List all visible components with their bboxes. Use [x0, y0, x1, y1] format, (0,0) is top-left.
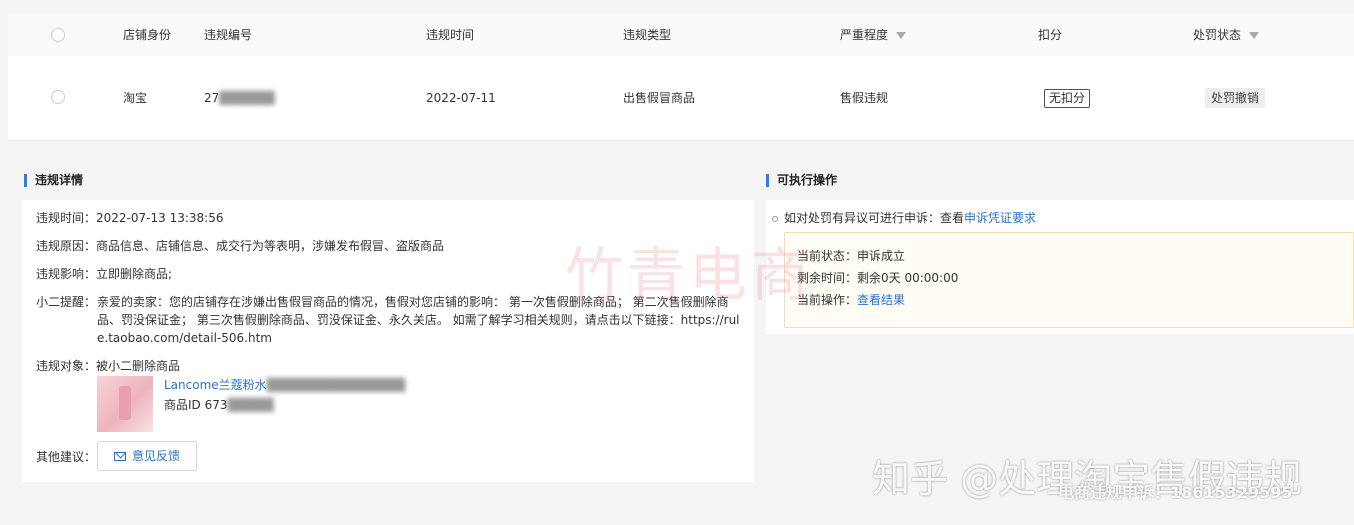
appeal-requirement-link[interactable]: 申诉凭证要求 [964, 211, 1036, 225]
table-header: 店铺身份 违规编号 违规时间 违规类型 严重程度 扣分 处罚状态 [8, 14, 1354, 56]
redacted-product-id: █████ [227, 398, 274, 412]
details-section-title: 违规详情 [24, 174, 83, 187]
cell-type: 出售假冒商品 [623, 91, 696, 105]
status-badge: 处罚撤销 [1205, 88, 1266, 108]
product-id: 商品ID 673█████ [164, 396, 274, 414]
header-severity: 严重程度 [840, 14, 907, 56]
appeal-text: 如对处罚有异议可进行申诉：查看 [784, 211, 965, 225]
header-shop: 店铺身份 [123, 28, 172, 42]
detail-tip-label: 小二提醒： [36, 295, 97, 309]
feedback-button-label: 意见反馈 [131, 449, 180, 463]
current-status: 当前状态：申诉成立 [797, 247, 905, 265]
view-result-link[interactable]: 查看结果 [857, 293, 905, 307]
detail-reason-label: 违规原因： [36, 239, 97, 253]
circle-bullet-icon [772, 215, 778, 222]
remaining-time: 剩余时间：剩余0天 00:00:00 [797, 269, 958, 287]
cell-shop: 淘宝 [123, 91, 148, 105]
product-name-link[interactable]: Lancome兰蔻粉水 [164, 378, 267, 392]
cell-status: 处罚撤销 [1205, 56, 1266, 140]
current-operation: 当前操作：查看结果 [797, 291, 905, 309]
detail-other-label: 其他建议： [36, 450, 97, 464]
detail-target-value: 被小二删除商品 [96, 359, 181, 373]
feedback-button[interactable]: 意见反馈 [97, 441, 197, 471]
header-severity-label: 严重程度 [840, 28, 889, 42]
detail-reason-value: 商品信息、店铺信息、成交行为等表明，涉嫌发布假冒、盗版商品 [96, 239, 445, 253]
row-checkbox[interactable] [51, 90, 65, 104]
actions-section-title: 可执行操作 [766, 174, 837, 187]
actions-panel: 如对处罚有异议可进行申诉：查看申诉凭证要求 当前状态：申诉成立 剩余时间：剩余0… [766, 200, 1354, 334]
filter-icon[interactable] [1249, 32, 1260, 39]
detail-time-value: 2022-07-13 13:38:56 [96, 211, 224, 225]
cell-code-value: 27 [204, 91, 220, 105]
current-status-value: 申诉成立 [857, 249, 906, 263]
header-type: 违规类型 [623, 28, 672, 42]
cell-deduct: 无扣分 [1044, 56, 1091, 140]
appeal-hint: 如对处罚有异议可进行申诉：查看申诉凭证要求 [772, 209, 1036, 227]
detail-time: 违规时间：2022-07-13 13:38:56 [36, 209, 223, 227]
remaining-time-value: 剩余0天 00:00:00 [857, 271, 959, 285]
detail-impact: 违规影响：立即删除商品; [36, 265, 172, 283]
header-time: 违规时间 [426, 28, 475, 42]
cell-code: 27██████ [204, 56, 275, 140]
filter-icon[interactable] [896, 32, 907, 39]
select-all-checkbox[interactable] [51, 28, 65, 42]
detail-time-label: 违规时间： [36, 211, 97, 225]
product-id-label: 商品ID 673 [164, 398, 228, 412]
product-name[interactable]: Lancome兰蔻粉水███████████████ [164, 376, 405, 394]
detail-target-label: 违规对象： [36, 359, 97, 373]
detail-impact-value: 立即删除商品; [96, 267, 173, 281]
deduct-tag: 无扣分 [1044, 89, 1091, 108]
header-code: 违规编号 [204, 28, 253, 42]
mail-icon [113, 452, 126, 461]
bottle-icon [119, 386, 131, 420]
appeal-status-box: 当前状态：申诉成立 剩余时间：剩余0天 00:00:00 当前操作：查看结果 [784, 232, 1354, 328]
detail-impact-label: 违规影响： [36, 267, 97, 281]
violation-table: 店铺身份 违规编号 违规时间 违规类型 严重程度 扣分 处罚状态 淘宝 27██… [8, 14, 1354, 141]
header-deduct: 扣分 [1038, 28, 1063, 42]
contact-watermark: 电商违规申诉：18615329595 [1058, 483, 1293, 502]
table-row: 淘宝 27██████ 2022-07-11 出售假冒商品 售假违规 无扣分 处… [8, 56, 1354, 141]
redacted-code: ██████ [219, 91, 275, 105]
redacted-product-name: ███████████████ [266, 378, 406, 392]
header-status-label: 处罚状态 [1193, 28, 1242, 42]
cell-severity: 售假违规 [840, 91, 889, 105]
center-watermark: 竹青电商 [565, 241, 814, 309]
cell-time: 2022-07-11 [426, 91, 496, 105]
header-status: 处罚状态 [1193, 14, 1260, 56]
detail-target: 违规对象：被小二删除商品 [36, 357, 180, 375]
detail-reason: 违规原因：商品信息、店铺信息、成交行为等表明，涉嫌发布假冒、盗版商品 [36, 237, 444, 255]
product-thumbnail[interactable] [97, 376, 153, 432]
